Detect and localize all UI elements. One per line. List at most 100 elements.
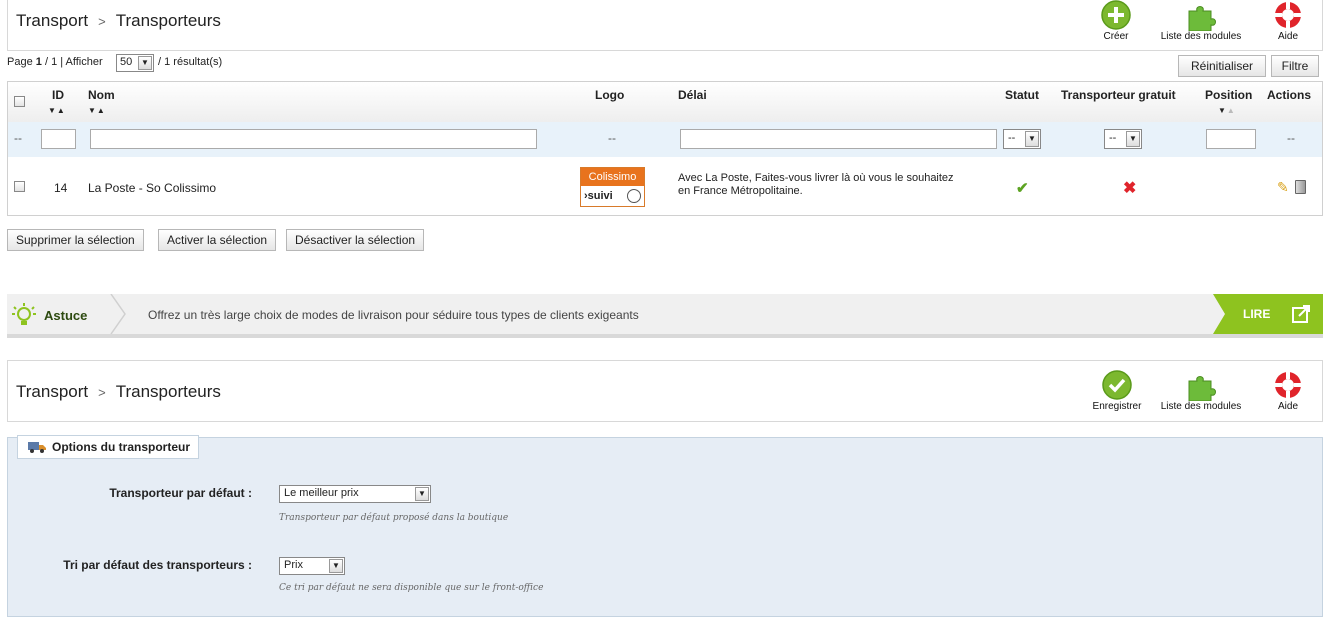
- external-link-icon: [1292, 305, 1310, 323]
- help-button[interactable]: Aide: [1270, 0, 1306, 42]
- filter-delay-input[interactable]: [680, 129, 997, 149]
- enable-selection-button[interactable]: Activer la sélection: [158, 229, 277, 251]
- default-sort-hint: Ce tri par défaut ne sera disponible que…: [279, 583, 544, 593]
- breadcrumb-carriers: Transporteurs: [115, 382, 221, 401]
- save-button[interactable]: Enregistrer: [1083, 369, 1151, 412]
- puzzle-icon: [1188, 6, 1216, 31]
- chevron-down-icon: ▼: [138, 56, 152, 70]
- filter-name-input[interactable]: [90, 129, 537, 149]
- header-actions: Actions: [1267, 88, 1312, 102]
- per-page-select[interactable]: 50 ▼: [116, 54, 154, 72]
- row-delay-line2: en France Métropolitaine.: [678, 185, 803, 197]
- filter-row: -- -- -- ▼ -- ▼ --: [8, 122, 1322, 158]
- truck-icon: [28, 442, 46, 453]
- clock-icon: [627, 189, 641, 203]
- filter-dash-checkbox: --: [14, 131, 22, 145]
- tip-divider-chevron: [110, 294, 126, 334]
- select-all-checkbox[interactable]: [14, 96, 25, 107]
- filter-free-select[interactable]: -- ▼: [1104, 129, 1142, 149]
- sort-id-arrows[interactable]: ▼▲: [48, 106, 66, 115]
- help-button[interactable]: Aide: [1270, 369, 1306, 412]
- create-label: Créer: [1103, 31, 1129, 42]
- bottom-toolbar: Transport > Transporteurs Enregistrer List…: [7, 360, 1323, 422]
- page-current: 1: [35, 56, 42, 68]
- header-position: Position: [1205, 88, 1253, 102]
- status-enabled-icon[interactable]: ✔: [1016, 179, 1029, 197]
- default-carrier-value: Le meilleur prix: [284, 487, 359, 499]
- filter-status-value: --: [1008, 132, 1016, 144]
- create-button[interactable]: Créer: [1093, 0, 1139, 42]
- breadcrumb: Transport > Transporteurs: [16, 382, 221, 402]
- filter-dash-actions: --: [1287, 131, 1295, 145]
- modules-list-button[interactable]: Liste des modules: [1151, 0, 1251, 42]
- lifebuoy-icon: [1275, 2, 1301, 28]
- chevron-down-icon: ▼: [329, 559, 343, 573]
- colissimo-logo: Colissimo ›suivi: [580, 167, 645, 207]
- page-label: Page: [7, 56, 33, 68]
- results-count: / 1 résultat(s): [158, 56, 223, 68]
- header-free-carrier: Transporteur gratuit: [1061, 88, 1176, 102]
- row-checkbox[interactable]: [14, 181, 25, 192]
- default-carrier-hint: Transporteur par défaut proposé dans la …: [279, 513, 509, 523]
- table-header: ID ▼▲ Nom ▼▲ Logo Délai Statut Transport…: [8, 82, 1322, 123]
- breadcrumb-transport[interactable]: Transport: [16, 11, 88, 30]
- default-carrier-label: Transporteur par défaut :: [109, 486, 252, 500]
- row-delay-line1: Avec La Poste, Faites-vous livrer là où …: [678, 172, 954, 184]
- header-delay: Délai: [678, 88, 707, 102]
- read-label: LIRE: [1243, 307, 1271, 321]
- read-button[interactable]: LIRE: [1213, 294, 1323, 334]
- filter-free-value: --: [1109, 132, 1117, 144]
- breadcrumb-carriers: Transporteurs: [115, 11, 221, 30]
- filter-dash-logo: --: [608, 131, 616, 145]
- free-disabled-icon[interactable]: ✖: [1123, 178, 1136, 198]
- default-carrier-select[interactable]: Le meilleur prix ▼: [279, 485, 431, 503]
- row-id: 14: [54, 181, 68, 195]
- filter-position-input[interactable]: [1206, 129, 1256, 149]
- modules-list-button[interactable]: Liste des modules: [1151, 369, 1251, 412]
- page-rest: / 1 | Afficher: [44, 56, 103, 68]
- carrier-options-form: Options du transporteur Transporteur par…: [7, 435, 1323, 617]
- per-page-value: 50: [120, 56, 133, 68]
- sort-position-arrows[interactable]: ▼▲: [1218, 106, 1236, 115]
- modules-label: Liste des modules: [1160, 31, 1242, 42]
- chevron-down-icon: ▼: [1126, 131, 1140, 147]
- lifebuoy-icon: [1275, 372, 1301, 398]
- disable-selection-button[interactable]: Désactiver la sélection: [286, 229, 425, 251]
- reset-button[interactable]: Réinitialiser: [1178, 55, 1266, 77]
- filter-button[interactable]: Filtre: [1271, 55, 1319, 77]
- save-label: Enregistrer: [1092, 401, 1142, 412]
- header-id: ID: [52, 88, 64, 102]
- breadcrumb-separator: >: [98, 14, 106, 29]
- form-legend: Options du transporteur: [17, 435, 199, 459]
- header-name: Nom: [88, 88, 115, 102]
- delete-icon[interactable]: [1295, 180, 1306, 194]
- edit-icon[interactable]: ✎: [1277, 179, 1289, 196]
- logo-top-text: Colissimo: [581, 168, 644, 186]
- filter-id-input[interactable]: [41, 129, 76, 149]
- puzzle-icon: [1188, 376, 1216, 401]
- carriers-table: ID ▼▲ Nom ▼▲ Logo Délai Statut Transport…: [7, 81, 1323, 216]
- lightbulb-icon: [12, 303, 36, 325]
- checkmark-icon: [1102, 370, 1132, 400]
- help-label: Aide: [1277, 401, 1298, 412]
- table-row: 14 La Poste - So Colissimo Colissimo ›su…: [8, 157, 1322, 215]
- delete-selection-button[interactable]: Supprimer la sélection: [7, 229, 144, 251]
- default-sort-label: Tri par défaut des transporteurs :: [63, 558, 252, 572]
- tip-text: Offrez un très large choix de modes de l…: [148, 308, 639, 322]
- pagination: Page 1 / 1 | Afficher: [7, 56, 103, 68]
- header-status: Statut: [1005, 88, 1039, 102]
- default-sort-select[interactable]: Prix ▼: [279, 557, 345, 575]
- help-label: Aide: [1277, 31, 1298, 42]
- sort-name-arrows[interactable]: ▼▲: [88, 106, 106, 115]
- breadcrumb: Transport > Transporteurs: [16, 11, 221, 31]
- row-delay: Avec La Poste, Faites-vous livrer là où …: [678, 172, 954, 198]
- chevron-down-icon: ▼: [415, 487, 429, 501]
- breadcrumb-separator: >: [98, 385, 106, 400]
- modules-label: Liste des modules: [1160, 401, 1242, 412]
- breadcrumb-transport[interactable]: Transport: [16, 382, 88, 401]
- default-sort-value: Prix: [284, 559, 303, 571]
- tip-label: Astuce: [44, 308, 88, 323]
- filter-status-select[interactable]: -- ▼: [1003, 129, 1041, 149]
- tip-bar: Astuce Offrez un très large choix de mod…: [7, 294, 1323, 338]
- legend-text: Options du transporteur: [52, 440, 190, 454]
